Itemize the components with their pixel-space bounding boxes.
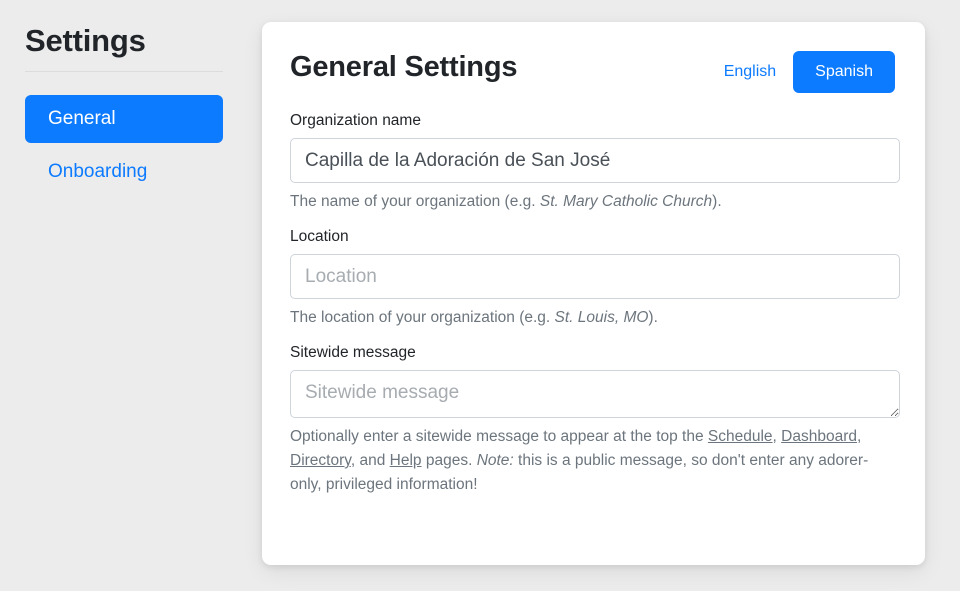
location-help-suffix: ).: [648, 309, 657, 326]
schedule-link[interactable]: Schedule: [708, 428, 773, 445]
sidebar-item-onboarding[interactable]: Onboarding: [25, 148, 223, 196]
organization-name-help-suffix: ).: [712, 193, 721, 210]
sitewide-help-part2: ,: [773, 428, 782, 445]
sitewide-help-part1: Optionally enter a sitewide message to a…: [290, 428, 708, 445]
field-location: Location The location of your organizati…: [290, 227, 895, 330]
settings-card: General Settings English Spanish Organiz…: [262, 22, 925, 565]
card-header: General Settings English Spanish: [290, 48, 895, 98]
sitewide-help-note: Note:: [477, 452, 514, 469]
sitewide-message-label: Sitewide message: [290, 343, 895, 363]
help-link[interactable]: Help: [390, 452, 422, 469]
settings-page: Settings General Onboarding General Sett…: [0, 0, 960, 591]
sidebar-item-onboarding-label: Onboarding: [48, 161, 147, 182]
sidebar-item-general-label: General: [48, 108, 116, 129]
sidebar-item-general[interactable]: General: [25, 95, 223, 143]
sitewide-message-help: Optionally enter a sitewide message to a…: [290, 425, 895, 497]
organization-name-label: Organization name: [290, 111, 895, 131]
card-title: General Settings: [290, 48, 517, 86]
field-organization-name: Organization name The name of your organ…: [290, 111, 895, 214]
sitewide-message-textarea[interactable]: [290, 370, 900, 418]
location-help-example: St. Louis, MO: [555, 309, 649, 326]
location-label: Location: [290, 227, 895, 247]
location-input[interactable]: [290, 254, 900, 299]
language-english-link[interactable]: English: [707, 53, 793, 91]
location-help: The location of your organization (e.g. …: [290, 306, 895, 330]
organization-name-help: The name of your organization (e.g. St. …: [290, 190, 895, 214]
sitewide-help-part5: pages.: [422, 452, 477, 469]
dashboard-link[interactable]: Dashboard: [781, 428, 857, 445]
sidebar: Settings General Onboarding: [25, 20, 223, 201]
sitewide-help-part3: ,: [857, 428, 861, 445]
field-sitewide-message: Sitewide message Optionally enter a site…: [290, 343, 895, 497]
directory-link[interactable]: Directory: [290, 452, 351, 469]
page-title: Settings: [25, 20, 223, 62]
organization-name-input[interactable]: [290, 138, 900, 183]
sitewide-help-part4: , and: [351, 452, 390, 469]
organization-name-help-example: St. Mary Catholic Church: [540, 193, 712, 210]
sidebar-divider: [25, 71, 223, 72]
language-spanish-button[interactable]: Spanish: [793, 51, 895, 93]
language-switcher: English Spanish: [707, 51, 895, 93]
organization-name-help-prefix: The name of your organization (e.g.: [290, 193, 540, 210]
location-help-prefix: The location of your organization (e.g.: [290, 309, 555, 326]
